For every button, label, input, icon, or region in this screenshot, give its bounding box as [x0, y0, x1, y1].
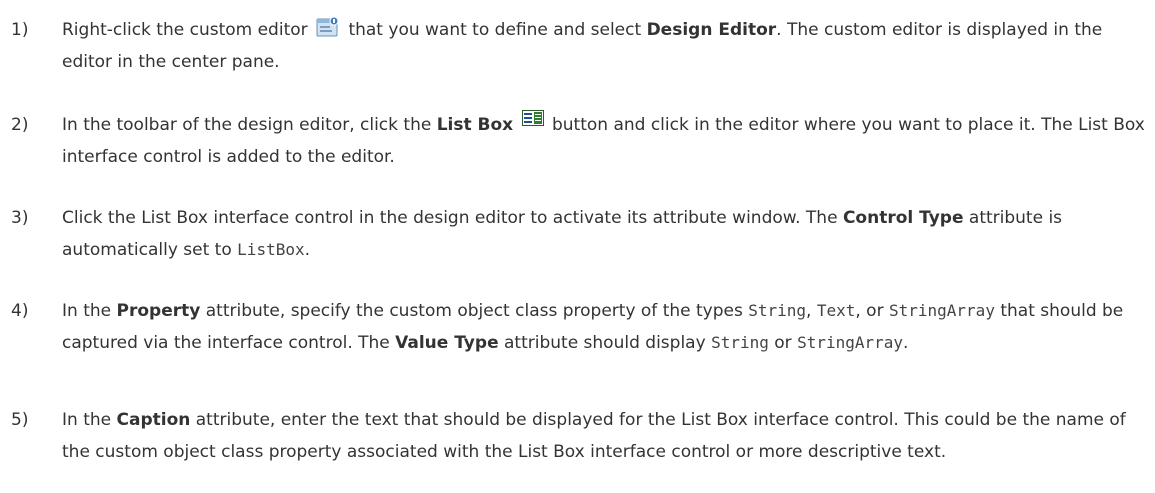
ui-term: Property: [116, 301, 201, 321]
step-number: 4): [11, 301, 29, 321]
code-value: StringArray: [888, 301, 995, 320]
ui-term: Control Type: [842, 208, 964, 228]
step-text-part: attribute, specify the custom object cla…: [205, 301, 743, 321]
step-text-part: attribute, enter the text that should be…: [62, 410, 1126, 462]
custom-editor-icon: [316, 16, 340, 38]
ui-term: Caption: [116, 410, 191, 430]
step-text-part: .: [304, 240, 311, 260]
step-text: In the Caption attribute, enter the text…: [62, 404, 1145, 468]
step-number: 2): [11, 115, 29, 135]
step-text-part: Right-click the custom editor: [62, 20, 308, 40]
step-text: In the toolbar of the design editor, cli…: [62, 109, 1145, 173]
ui-term: List Box: [436, 115, 514, 135]
step-text-part: In the: [62, 410, 112, 430]
code-value: String: [711, 333, 769, 352]
step-text-part: In the toolbar of the design editor, cli…: [62, 115, 432, 135]
ui-term: Value Type: [395, 333, 499, 353]
step-text-part: Click the List Box interface control in …: [62, 208, 838, 228]
instruction-steps: 1) Right-click the custom editor that yo…: [0, 0, 1155, 493]
step-number: 1): [11, 20, 29, 40]
step-text-part: .: [903, 333, 909, 353]
code-value: StringArray: [797, 333, 904, 352]
step-text-part: ,: [806, 301, 812, 321]
step-text-part: attribute should display: [504, 333, 706, 353]
code-value: String: [748, 301, 807, 320]
step-text: Click the List Box interface control in …: [62, 202, 1145, 266]
step-text-part: In the: [62, 301, 112, 321]
code-value: Text: [816, 301, 856, 320]
step-text-part: , or: [855, 301, 884, 321]
list-box-icon: [521, 110, 544, 126]
step-number: 3): [11, 208, 29, 228]
step-text: Right-click the custom editor that you w…: [62, 14, 1145, 78]
step-number: 5): [11, 410, 29, 430]
step-text-part: or: [774, 333, 792, 353]
ui-term: Design Editor: [646, 20, 777, 40]
step-text: In the Property attribute, specify the c…: [62, 295, 1145, 359]
code-value: ListBox: [237, 240, 305, 259]
step-text-part: that you want to define and select: [348, 20, 642, 40]
